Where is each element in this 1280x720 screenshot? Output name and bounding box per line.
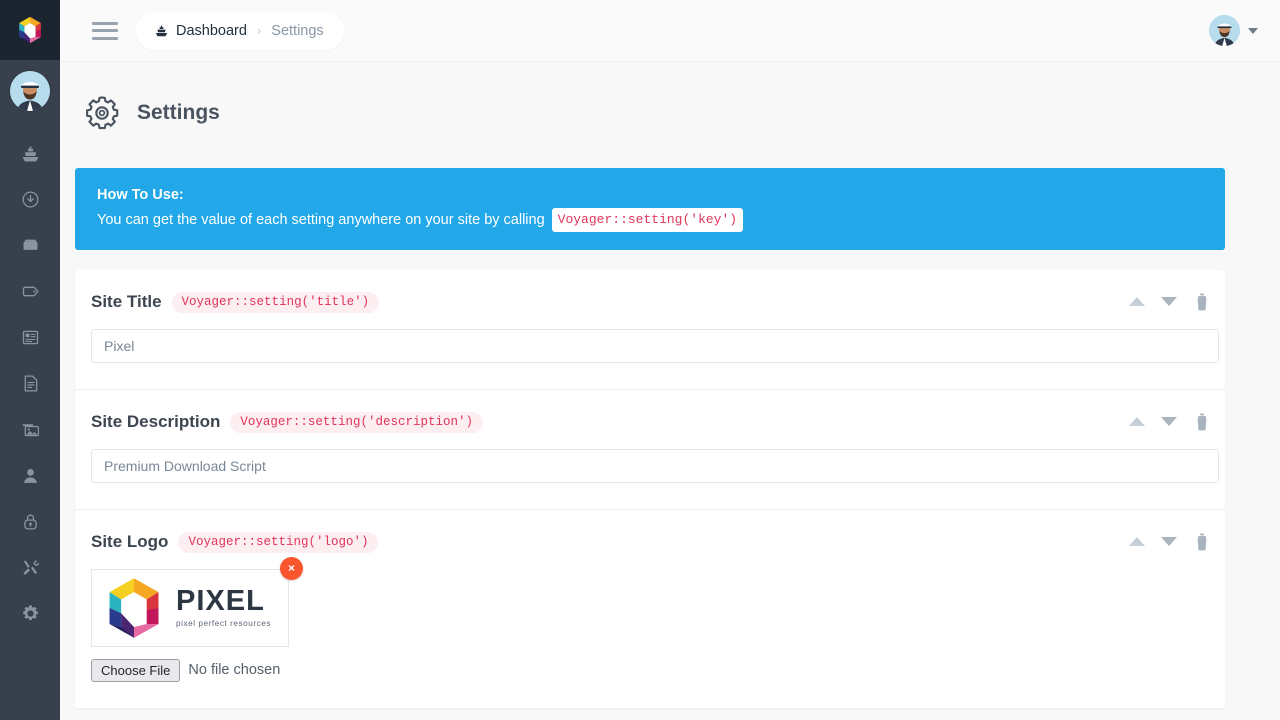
app-root: Dashboard › Settings xyxy=(0,0,1280,720)
file-input-row[interactable]: Choose File No file chosen xyxy=(91,659,1197,682)
sidebar-item-media[interactable] xyxy=(0,406,60,452)
images-icon xyxy=(20,419,41,440)
remove-logo-button[interactable]: × xyxy=(280,557,303,580)
sidebar-item-tools[interactable] xyxy=(0,544,60,590)
setting-row-description: Site Description Voyager::setting('descr… xyxy=(75,389,1225,509)
alert-title: How To Use: xyxy=(97,184,1205,206)
ship-icon xyxy=(154,23,169,38)
page-title: Settings xyxy=(137,101,220,125)
delete-setting-button[interactable] xyxy=(1193,292,1211,312)
caret-down-icon xyxy=(1161,297,1177,306)
caret-up-icon xyxy=(1129,297,1145,306)
sidebar-item-roles[interactable] xyxy=(0,498,60,544)
breadcrumb-current-label: Settings xyxy=(271,23,323,39)
alert-code-chip: Voyager::setting('key') xyxy=(552,208,743,232)
page-icon xyxy=(20,373,41,394)
breadcrumb-home-link[interactable]: Dashboard xyxy=(154,23,247,39)
logo-tagline: pixel perfect resources xyxy=(176,619,271,628)
move-up-button[interactable] xyxy=(1129,537,1145,546)
chevron-down-icon xyxy=(1248,28,1258,34)
site-description-input[interactable] xyxy=(91,449,1219,483)
trash-icon xyxy=(1193,412,1211,432)
sidebar-item-pages[interactable] xyxy=(0,360,60,406)
caret-down-icon xyxy=(1161,417,1177,426)
cloud-download-icon xyxy=(20,189,41,210)
sidebar-avatar[interactable] xyxy=(0,60,60,122)
setting-row-title: Site Title Voyager::setting('title') xyxy=(75,270,1225,389)
tag-icon xyxy=(20,281,41,302)
move-down-button[interactable] xyxy=(1161,417,1177,426)
tools-icon xyxy=(20,557,41,578)
page-header: Settings xyxy=(60,62,1280,132)
row-actions xyxy=(1129,292,1211,312)
logo-preview: × PIXEL pixel perfect resources xyxy=(91,569,289,647)
gear-icon xyxy=(20,603,41,624)
sidebar-item-users[interactable] xyxy=(0,452,60,498)
delete-setting-button[interactable] xyxy=(1193,532,1211,552)
row-actions xyxy=(1129,412,1211,432)
sidebar-item-settings[interactable] xyxy=(0,590,60,636)
setting-key-chip: Voyager::setting('logo') xyxy=(178,532,378,553)
move-down-button[interactable] xyxy=(1161,537,1177,546)
main-content: Settings How To Use: You can get the val… xyxy=(60,62,1280,720)
breadcrumb-home-label: Dashboard xyxy=(176,23,247,39)
logo-wordmark: PIXEL xyxy=(176,587,271,616)
breadcrumb-separator: › xyxy=(257,23,261,38)
how-to-use-alert: How To Use: You can get the value of eac… xyxy=(75,168,1225,250)
move-up-button[interactable] xyxy=(1129,417,1145,426)
captain-avatar-icon xyxy=(1209,15,1240,46)
logo-image: PIXEL pixel perfect resources xyxy=(91,569,289,647)
site-title-input[interactable] xyxy=(91,329,1219,363)
sidebar-item-categories[interactable] xyxy=(0,222,60,268)
user-icon xyxy=(20,465,41,486)
move-up-button[interactable] xyxy=(1129,297,1145,306)
pixel-hex-logo-icon xyxy=(100,576,168,640)
archive-icon xyxy=(20,235,41,256)
sidebar-item-posts[interactable] xyxy=(0,314,60,360)
news-icon xyxy=(20,327,41,348)
breadcrumb: Dashboard › Settings xyxy=(136,12,344,50)
sidebar-item-downloads[interactable] xyxy=(0,176,60,222)
sidebar-brand-logo[interactable] xyxy=(0,0,60,60)
move-down-button[interactable] xyxy=(1161,297,1177,306)
trash-icon xyxy=(1193,292,1211,312)
setting-label: Site Logo xyxy=(91,532,168,552)
ship-icon xyxy=(20,143,41,164)
sidebar xyxy=(0,0,60,720)
sidebar-item-dashboard[interactable] xyxy=(0,130,60,176)
gear-icon xyxy=(83,94,121,132)
lock-icon xyxy=(20,511,41,532)
alert-text: You can get the value of each setting an… xyxy=(97,209,545,231)
row-actions xyxy=(1129,532,1211,552)
hamburger-icon[interactable] xyxy=(92,22,118,40)
setting-label: Site Description xyxy=(91,412,220,432)
top-bar: Dashboard › Settings xyxy=(60,0,1280,62)
captain-avatar-icon xyxy=(10,71,50,111)
caret-up-icon xyxy=(1129,417,1145,426)
profile-menu[interactable] xyxy=(1209,15,1258,46)
setting-row-logo: Site Logo Voyager::setting('logo') × xyxy=(75,509,1225,708)
pixel-hex-logo-icon xyxy=(15,15,45,45)
sidebar-nav-list xyxy=(0,122,60,636)
file-status-label: No file chosen xyxy=(188,662,280,678)
delete-setting-button[interactable] xyxy=(1193,412,1211,432)
setting-label: Site Title xyxy=(91,292,162,312)
caret-down-icon xyxy=(1161,537,1177,546)
choose-file-button[interactable]: Choose File xyxy=(91,659,180,682)
setting-key-chip: Voyager::setting('title') xyxy=(172,292,380,313)
trash-icon xyxy=(1193,532,1211,552)
setting-key-chip: Voyager::setting('description') xyxy=(230,412,483,433)
sidebar-item-tags[interactable] xyxy=(0,268,60,314)
caret-up-icon xyxy=(1129,537,1145,546)
settings-card: Site Title Voyager::setting('title') Sit… xyxy=(75,270,1225,708)
